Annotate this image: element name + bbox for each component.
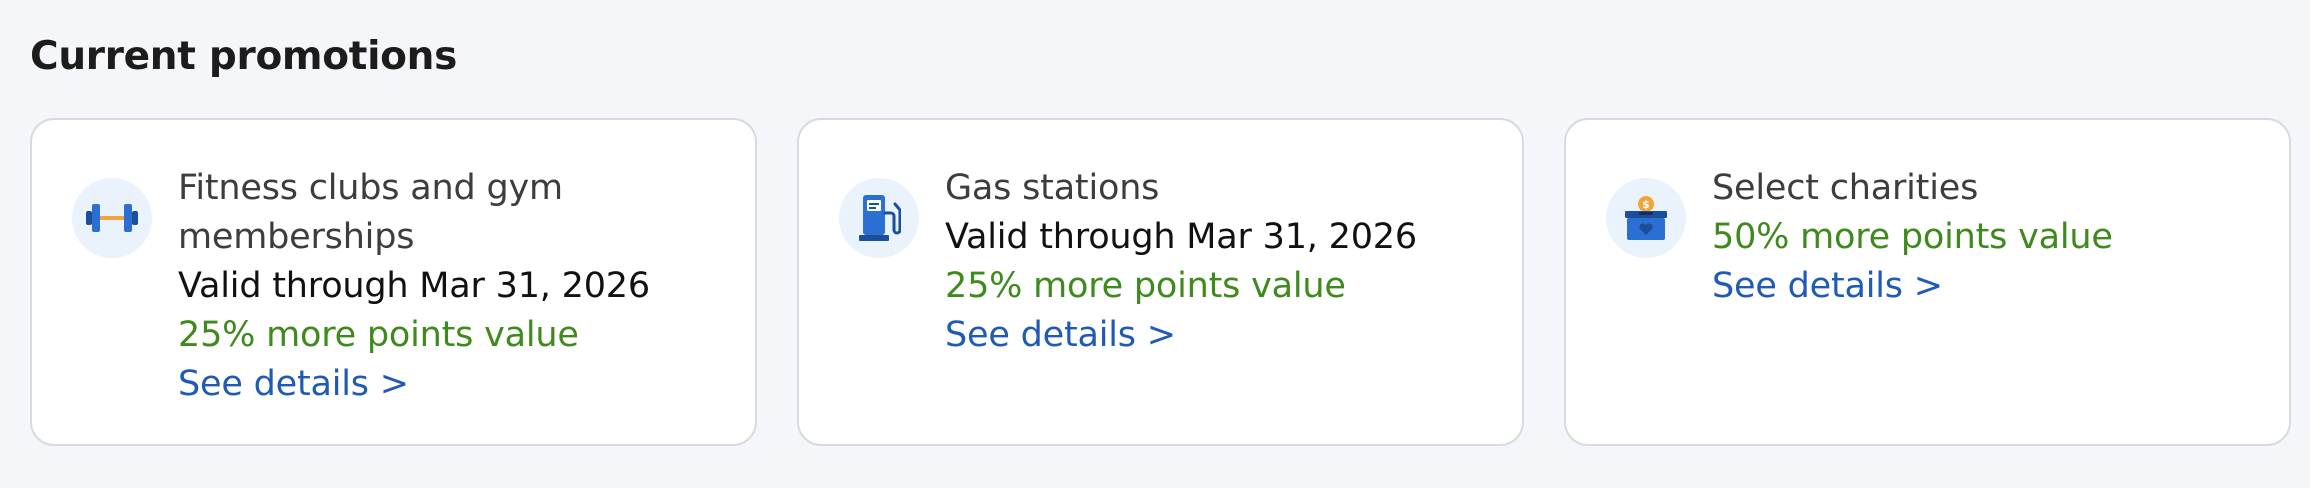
promotion-content: Select charities 50% more points value S… (1712, 164, 2252, 444)
see-details-link[interactable]: See details > (178, 360, 409, 409)
gas-pump-icon (839, 178, 919, 258)
promotion-bonus: 25% more points value (178, 315, 579, 355)
see-details-link[interactable]: See details > (1712, 262, 1943, 311)
promotion-content: Gas stations Valid through Mar 31, 2026 … (945, 164, 1485, 444)
promotion-title: Gas stations (945, 168, 1160, 208)
promotion-card-charities: $ Select charities 50% more points value… (1564, 118, 2291, 446)
promotion-bonus: 50% more points value (1712, 217, 2113, 257)
promotion-validity: Valid through Mar 31, 2026 (945, 217, 1417, 257)
promotion-card-fitness: Fitness clubs and gym memberships Valid … (30, 118, 757, 446)
svg-text:$: $ (1642, 198, 1650, 211)
dumbbell-icon (72, 178, 152, 258)
section-title: Current promotions (30, 34, 458, 79)
promotion-validity: Valid through Mar 31, 2026 (178, 266, 650, 306)
promotion-title: Select charities (1712, 168, 1979, 208)
promotions-list: Fitness clubs and gym memberships Valid … (30, 118, 2291, 446)
donation-box-icon: $ (1606, 178, 1686, 258)
promotion-bonus: 25% more points value (945, 266, 1346, 306)
promotion-title: Fitness clubs and gym memberships (178, 168, 563, 257)
promotion-content: Fitness clubs and gym memberships Valid … (178, 164, 718, 444)
see-details-link[interactable]: See details > (945, 311, 1176, 360)
promotion-card-gas: Gas stations Valid through Mar 31, 2026 … (797, 118, 1524, 446)
